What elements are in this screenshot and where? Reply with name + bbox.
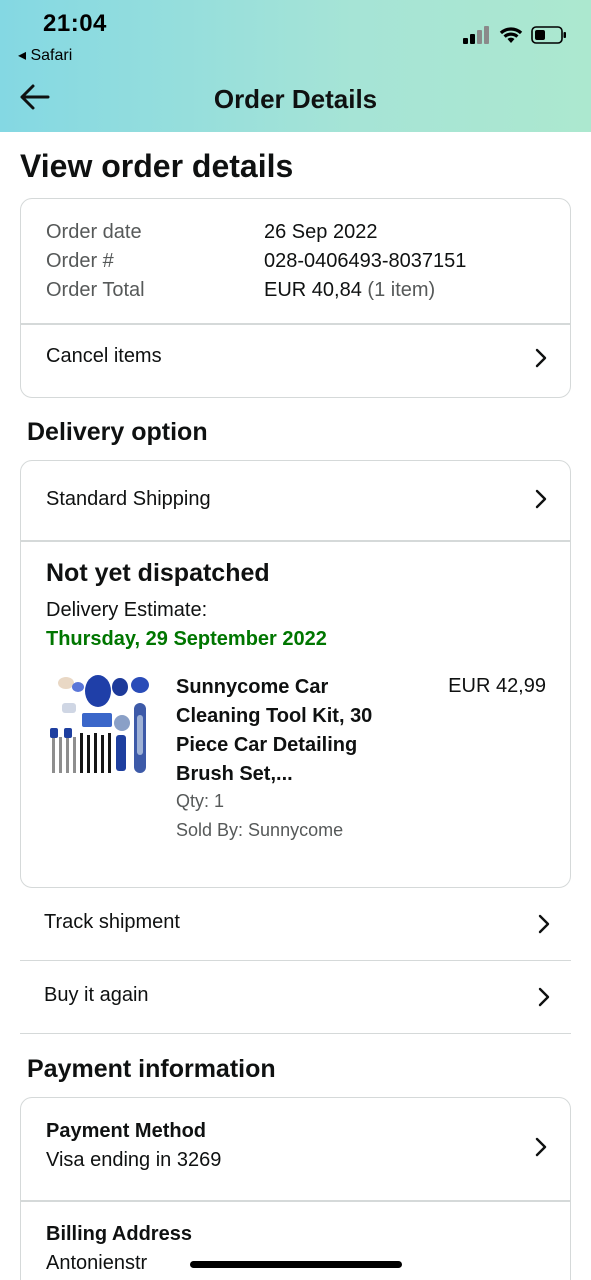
status-icons [463, 24, 567, 46]
status-time: 21:04 [43, 10, 107, 37]
chevron-right-icon [535, 1137, 547, 1157]
payment-method-value: Visa ending in 3269 [46, 1149, 222, 1171]
nav-title: Order Details [213, 84, 378, 114]
product-image[interactable] [46, 673, 156, 783]
home-indicator [190, 1261, 402, 1268]
order-number-label: Order # [46, 250, 114, 272]
dispatch-status: Not yet dispatched [46, 559, 270, 587]
billing-address-value: Antonienstr [46, 1252, 148, 1274]
battery-icon [531, 26, 566, 44]
buy-it-again-row[interactable]: Buy it again [20, 962, 571, 1034]
order-total-items: (1 item) [367, 279, 436, 301]
divider [21, 1200, 570, 1202]
payment-method-label: Payment Method [46, 1120, 207, 1142]
cancel-items-row[interactable]: Cancel items [21, 325, 570, 397]
chevron-right-icon [535, 489, 547, 509]
page-heading: View order details [20, 148, 294, 184]
delivery-section-title: Delivery option [27, 418, 208, 446]
order-total: EUR 40,84 (1 item) [264, 279, 435, 302]
delivery-estimate-date: Thursday, 29 September 2022 [46, 628, 327, 650]
standard-shipping-row[interactable]: Standard Shipping [21, 461, 570, 540]
divider [21, 540, 570, 542]
chevron-right-icon [538, 914, 550, 934]
payment-section-title: Payment information [27, 1055, 276, 1083]
order-date-label: Order date [46, 221, 142, 243]
product-title-link[interactable]: Sunnycome Car Cleaning Tool Kit, 30 Piec… [176, 673, 416, 789]
order-total-label: Order Total [46, 279, 145, 301]
wifi-icon [499, 27, 523, 43]
payment-method-row[interactable]: Payment Method Visa ending in 3269 [21, 1098, 570, 1200]
track-shipment-label: Track shipment [44, 911, 180, 933]
delivery-estimate-label: Delivery Estimate: [46, 599, 208, 621]
delivery-card: Standard Shipping Not yet dispatched Del… [20, 460, 571, 888]
back-to-safari-link[interactable]: ◂ Safari [18, 45, 72, 65]
signal-icon [463, 26, 489, 44]
product-quantity: Qty: 1 [176, 791, 225, 811]
order-total-value: EUR 40,84 [264, 279, 362, 301]
product-seller: Sold By: Sunnycome [176, 820, 344, 840]
buy-it-again-label: Buy it again [44, 984, 149, 1006]
payment-card: Payment Method Visa ending in 3269 Billi… [20, 1097, 571, 1280]
order-date-value: 26 Sep 2022 [264, 221, 378, 243]
order-summary-card: Order date 26 Sep 2022 Order # 028-04064… [20, 198, 571, 398]
billing-address-label: Billing Address [46, 1223, 192, 1245]
product-price: EUR 42,99 [448, 675, 546, 697]
track-shipment-row[interactable]: Track shipment [20, 889, 571, 961]
chevron-right-icon [538, 987, 550, 1007]
order-number-value: 028-0406493-8037151 [264, 250, 467, 272]
header-bar: 21:04 ◂ Safari Order Details [0, 0, 591, 132]
shipping-option-label: Standard Shipping [46, 488, 211, 510]
cancel-items-label: Cancel items [46, 345, 162, 367]
chevron-right-icon [535, 348, 547, 368]
